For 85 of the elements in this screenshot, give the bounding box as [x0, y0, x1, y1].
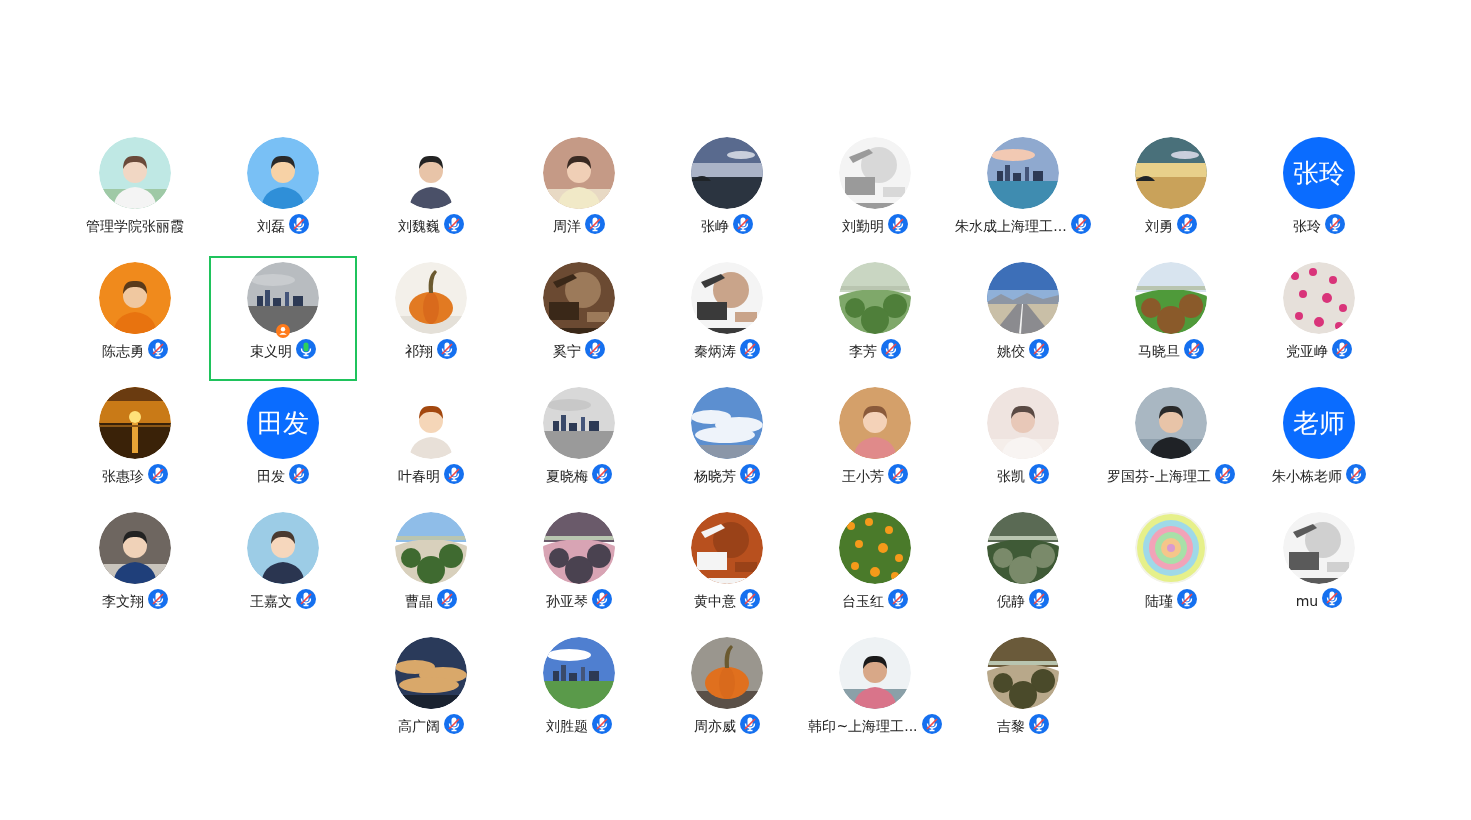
participant-name: 台玉红 — [842, 593, 884, 611]
participant-tile[interactable]: 马晓旦 — [1097, 256, 1245, 381]
participant-name: 黄中意 — [694, 593, 736, 611]
participant-tile[interactable]: 束义明 — [209, 256, 357, 381]
participant-tile[interactable]: 朱水成上海理工... — [949, 131, 1097, 256]
participant-tile[interactable]: 张惠珍 — [61, 381, 209, 506]
participant-tile[interactable]: 刘胜题 — [505, 631, 653, 756]
participant-name: 管理学院张丽霞 — [86, 218, 184, 236]
participant-name: 周亦威 — [694, 718, 736, 736]
participant-name: 杨晓芳 — [694, 468, 736, 486]
participant-tile[interactable]: 田发 田发 — [209, 381, 357, 506]
participant-name: 祁翔 — [405, 343, 433, 361]
participant-tile[interactable]: 管理学院张丽霞 — [61, 131, 209, 256]
participant-tile[interactable]: 刘魏巍 — [357, 131, 505, 256]
participant-name: 马晓旦 — [1138, 343, 1180, 361]
participant-name: 田发 — [257, 468, 285, 486]
participant-tile[interactable]: 台玉红 — [801, 506, 949, 631]
participant-tile[interactable]: 刘勤明 — [801, 131, 949, 256]
participant-name: 张玲 — [1293, 218, 1321, 236]
participant-tile[interactable]: 张玲 张玲 — [1245, 131, 1393, 256]
participant-name: 张惠珍 — [102, 468, 144, 486]
participant-name: 夏晓梅 — [546, 468, 588, 486]
participant-tile[interactable]: 刘磊 — [209, 131, 357, 256]
participant-tile[interactable]: 黄中意 — [653, 506, 801, 631]
participant-tile[interactable]: 吉黎 — [949, 631, 1097, 756]
participant-name: 孙亚琴 — [546, 593, 588, 611]
participant-name: 刘磊 — [257, 218, 285, 236]
participant-name: 叶春明 — [398, 468, 440, 486]
participant-tile[interactable]: 张峥 — [653, 131, 801, 256]
participant-tile[interactable]: 孙亚琴 — [505, 506, 653, 631]
participant-name: 姚佼 — [997, 343, 1025, 361]
participant-name: 党亚峥 — [1286, 343, 1328, 361]
participant-name: 李文翔 — [102, 593, 144, 611]
participant-name: 陆瑾 — [1145, 593, 1173, 611]
participant-name: mu — [1295, 593, 1319, 609]
avatar: 张玲 — [1283, 137, 1355, 209]
participant-tile[interactable]: 陆瑾 — [1097, 506, 1245, 631]
participant-tile[interactable]: 叶春明 — [357, 381, 505, 506]
participant-tile[interactable]: 李文翔 — [61, 506, 209, 631]
participant-tile[interactable]: 夏晓梅 — [505, 381, 653, 506]
participant-tile[interactable]: 周洋 — [505, 131, 653, 256]
participant-tile[interactable]: 高广阔 — [357, 631, 505, 756]
participant-name: 秦炳涛 — [694, 343, 736, 361]
participant-name: 周洋 — [553, 218, 581, 236]
participant-name: 朱小栋老师 — [1272, 468, 1342, 486]
participant-name: 奚宁 — [553, 343, 581, 361]
participant-name: 高广阔 — [398, 718, 440, 736]
participant-tile[interactable]: 倪静 — [949, 506, 1097, 631]
participant-name: 刘勤明 — [842, 218, 884, 236]
participant-name: 刘勇 — [1145, 218, 1173, 236]
participant-tile[interactable]: 韩印~上海理工... — [801, 631, 949, 756]
participant-name: 刘魏巍 — [398, 218, 440, 236]
avatar: 老师 — [1283, 387, 1355, 459]
participant-tile[interactable]: 李芳 — [801, 256, 949, 381]
participant-name: 吉黎 — [997, 718, 1025, 736]
participant-name: 曹晶 — [405, 593, 433, 611]
participant-name: 束义明 — [250, 343, 292, 361]
participant-tile[interactable]: 党亚峥 — [1245, 256, 1393, 381]
participant-tile[interactable]: 老师 朱小栋老师 — [1245, 381, 1393, 506]
participant-name: 张峥 — [701, 218, 729, 236]
participant-tile[interactable]: 秦炳涛 — [653, 256, 801, 381]
participant-tile[interactable]: 陈志勇 — [61, 256, 209, 381]
participant-name: 朱水成上海理工... — [955, 218, 1067, 236]
participant-tile[interactable]: 罗国芬-上海理工 — [1097, 381, 1245, 506]
participant-tile[interactable]: 杨晓芳 — [653, 381, 801, 506]
participant-tile[interactable]: mu — [1245, 506, 1393, 631]
participant-tile[interactable]: 张凯 — [949, 381, 1097, 506]
participant-name: 陈志勇 — [102, 343, 144, 361]
participant-tile[interactable]: 王嘉文 — [209, 506, 357, 631]
participant-name: 韩印~上海理工... — [808, 718, 918, 736]
avatar: 田发 — [247, 387, 319, 459]
participant-name: 罗国芬-上海理工 — [1107, 468, 1211, 486]
participant-name: 王小芳 — [842, 468, 884, 486]
participant-tile[interactable]: 刘勇 — [1097, 131, 1245, 256]
participant-tile[interactable]: 姚佼 — [949, 256, 1097, 381]
participant-tile[interactable]: 周亦威 — [653, 631, 801, 756]
participant-tile[interactable]: 祁翔 — [357, 256, 505, 381]
participant-tile[interactable]: 王小芳 — [801, 381, 949, 506]
participant-name: 倪静 — [997, 593, 1025, 611]
participant-name: 刘胜题 — [546, 718, 588, 736]
participant-tile[interactable]: 曹晶 — [357, 506, 505, 631]
participant-name: 张凯 — [997, 468, 1025, 486]
participant-tile[interactable]: 奚宁 — [505, 256, 653, 381]
participant-name: 王嘉文 — [250, 593, 292, 611]
participant-name: 李芳 — [849, 343, 877, 361]
